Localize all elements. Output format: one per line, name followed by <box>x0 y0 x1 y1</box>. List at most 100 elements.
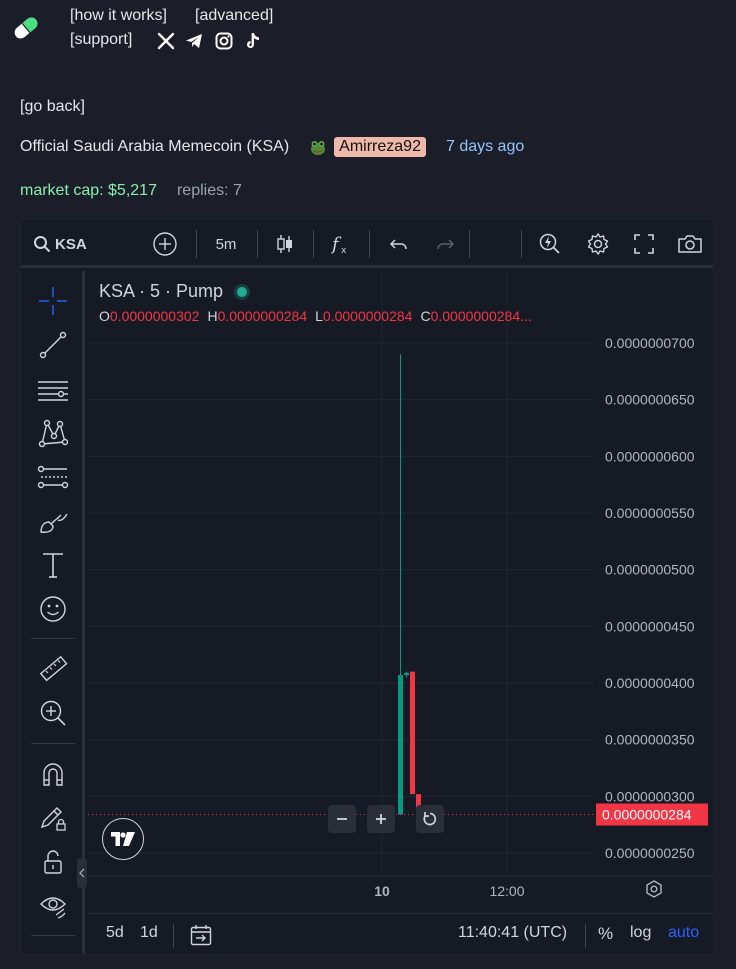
candle-body[interactable] <box>404 672 409 676</box>
zoom-in-icon <box>40 700 66 726</box>
quick-search-button[interactable] <box>535 230 565 258</box>
measure-tool-button[interactable] <box>35 651 71 687</box>
token-header: Official Saudi Arabia Memecoin (KSA) Ami… <box>20 137 524 157</box>
hide-drawings-button[interactable] <box>35 888 71 924</box>
auto-scale-button[interactable]: auto <box>668 924 699 942</box>
indicators-button[interactable]: f x <box>327 230 355 258</box>
screenshot-button[interactable] <box>675 230 705 258</box>
fullscreen-icon <box>634 234 654 254</box>
chart-type-button[interactable] <box>271 230 299 258</box>
toolbar-divider <box>196 230 197 258</box>
toolbar-divider <box>257 230 258 258</box>
pill-logo-icon[interactable] <box>10 12 42 44</box>
collapse-sidebar-handle[interactable] <box>77 858 87 888</box>
magnet-icon <box>43 763 63 786</box>
toolbar-divider <box>313 230 314 258</box>
open-label: O <box>99 308 110 324</box>
toolbar-divider <box>521 230 522 258</box>
crosshair-icon <box>39 287 67 315</box>
nav-support-link[interactable]: [support] <box>70 31 132 49</box>
nav-how-it-works-link[interactable]: [how it works] <box>70 7 167 25</box>
high-value: 0.0000000284 <box>217 308 308 324</box>
instagram-icon[interactable] <box>214 31 234 51</box>
undo-button[interactable] <box>385 230 413 258</box>
go-back-link[interactable]: [go back] <box>20 98 85 116</box>
tradingview-icon <box>111 832 135 846</box>
interval-label: 5m <box>215 235 237 253</box>
brush-tool-button[interactable] <box>35 503 71 539</box>
telegram-icon[interactable] <box>184 31 204 51</box>
pencil-lock-icon <box>40 807 66 831</box>
candle-body[interactable] <box>398 675 403 815</box>
emoji-tool-button[interactable] <box>35 591 71 627</box>
percent-scale-button[interactable]: % <box>598 924 613 944</box>
reset-chart-button[interactable] <box>416 805 444 833</box>
tradingview-logo[interactable] <box>102 818 144 860</box>
utc-clock-text[interactable]: 11:40:41 (UTC) <box>458 924 567 942</box>
trend-line-icon <box>39 331 67 359</box>
close-value: 0.0000000284... <box>430 308 532 324</box>
brush-icon <box>40 513 68 533</box>
chart-plot-area[interactable]: 0.0000000700 0.0000000650 0.0000000600 0.00… <box>88 271 713 899</box>
price-tick-label: 0.0000000700 <box>605 335 695 351</box>
unlock-icon <box>44 850 62 874</box>
log-scale-button[interactable]: log <box>630 924 651 942</box>
camera-icon <box>678 235 702 253</box>
axis-settings-icon[interactable] <box>644 879 664 899</box>
search-icon <box>34 236 50 252</box>
legend-title: KSA · 5 · Pump <box>99 281 248 302</box>
pattern-icon <box>38 419 68 448</box>
fullscreen-button[interactable] <box>629 230 659 258</box>
candlestick-chart[interactable]: 0.0000000700 0.0000000650 0.0000000600 0.00… <box>88 271 714 913</box>
zoom-out-button[interactable] <box>328 805 356 833</box>
range-5d-button[interactable]: 5d <box>106 924 124 942</box>
price-chart-widget[interactable]: KSA 5m f x 0.0000000700 0.0000000650 0.0… <box>20 219 714 955</box>
forecast-tool-button[interactable] <box>35 459 71 495</box>
range-1d-button[interactable]: 1d <box>140 924 158 942</box>
creator-badge[interactable]: Amirreza92 <box>334 137 426 157</box>
eye-icon <box>40 897 66 919</box>
bottom-bar-divider <box>585 924 586 948</box>
zoom-in-button[interactable] <box>367 805 395 833</box>
redo-icon <box>437 239 455 250</box>
price-tick-label: 0.0000000450 <box>605 618 695 634</box>
trend-line-tool-button[interactable] <box>35 327 71 363</box>
smiley-icon <box>40 596 66 622</box>
date-range-icon[interactable] <box>189 923 213 947</box>
drawing-tools-sidebar <box>21 271 85 954</box>
tiktok-icon[interactable] <box>243 31 263 51</box>
high-label: H <box>207 308 218 324</box>
text-tool-button[interactable] <box>35 547 71 583</box>
chevron-left-icon <box>79 868 85 878</box>
compare-symbol-button[interactable] <box>149 230 181 258</box>
nav-advanced-link[interactable]: [advanced] <box>195 7 273 25</box>
close-label: C <box>420 308 431 324</box>
lock-all-button[interactable] <box>35 844 71 880</box>
price-tick-label: 0.0000000500 <box>605 562 695 578</box>
token-stats: market cap: $5,217 replies: 7 <box>20 182 242 200</box>
chart-top-toolbar: KSA 5m f x <box>21 220 713 268</box>
redo-button[interactable] <box>431 230 459 258</box>
low-label: L <box>315 308 323 324</box>
x-icon[interactable] <box>156 31 176 51</box>
forecast-icon <box>37 465 69 489</box>
candle-body[interactable] <box>410 671 415 795</box>
pattern-tool-button[interactable] <box>35 415 71 451</box>
toolbar-divider <box>469 230 470 258</box>
lock-drawing-tool-button[interactable] <box>35 800 71 836</box>
reset-icon <box>423 812 437 826</box>
plus-circle-icon <box>153 232 177 256</box>
ohlc-legend: O 0.0000000302 H 0.0000000284 L 0.000000… <box>99 308 540 324</box>
interval-button[interactable]: 5m <box>206 230 246 258</box>
time-tick-label: 10 <box>374 883 390 899</box>
price-tick-label: 0.0000000600 <box>605 448 695 464</box>
symbol-label: KSA <box>55 235 87 253</box>
horizontal-lines-tool-button[interactable] <box>35 371 71 407</box>
crosshair-tool-button[interactable] <box>35 283 71 319</box>
magnet-tool-button[interactable] <box>35 756 71 792</box>
symbol-search-button[interactable]: KSA <box>29 230 93 258</box>
settings-button[interactable] <box>583 230 613 258</box>
sidebar-divider <box>31 638 75 639</box>
zoom-in-tool-button[interactable] <box>35 695 71 731</box>
horizontal-lines-icon <box>38 381 68 401</box>
